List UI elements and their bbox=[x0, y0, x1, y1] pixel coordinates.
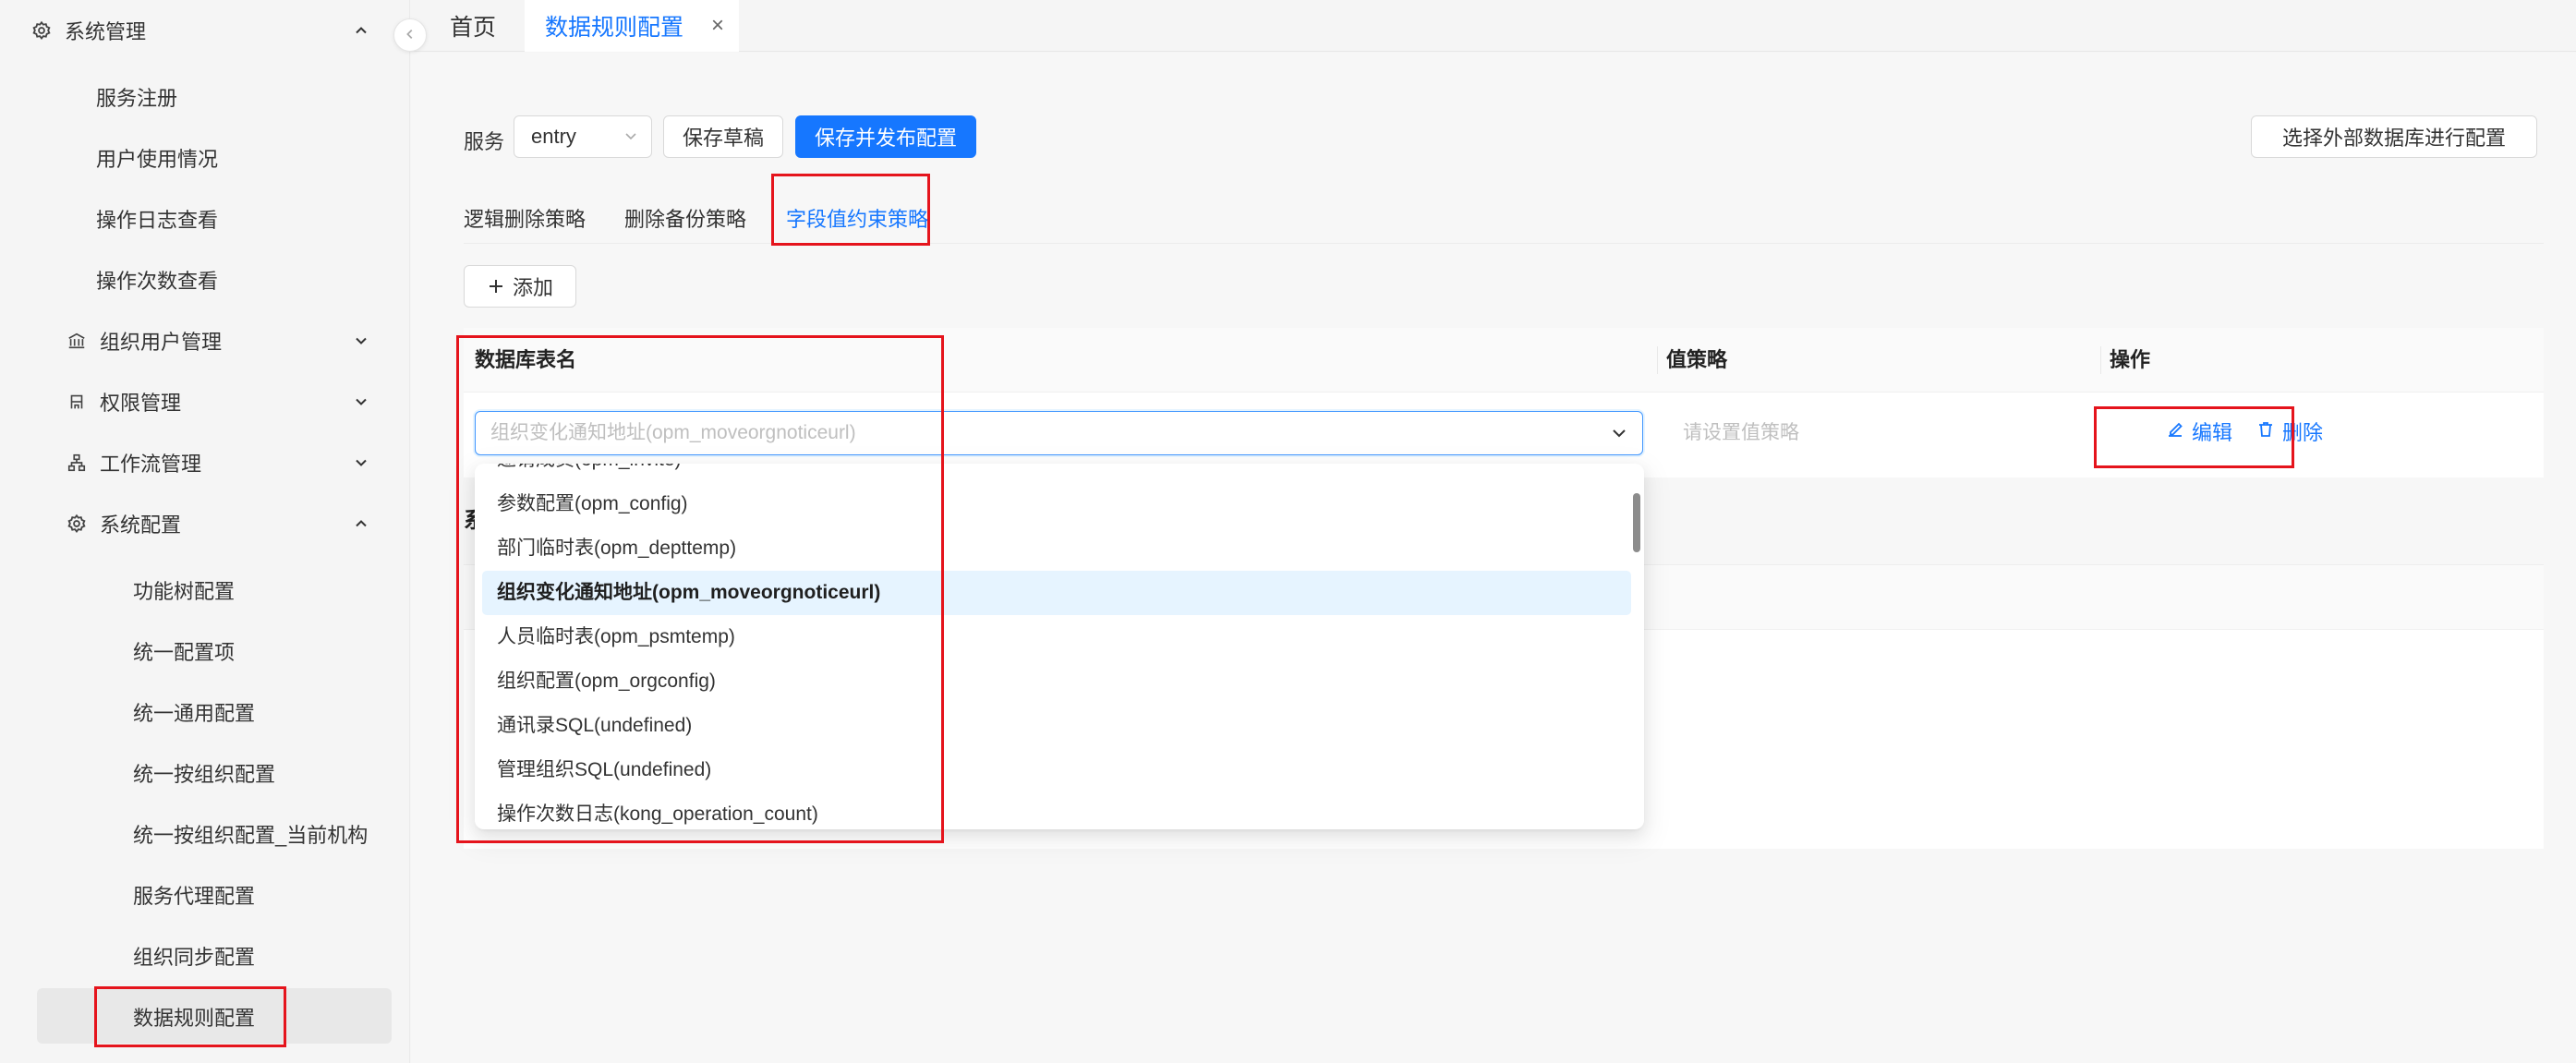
sidebar-item-label: 操作次数查看 bbox=[96, 270, 219, 293]
dropdown-option-selected[interactable]: 组织变化通知地址(opm_moveorgnoticeurl) bbox=[482, 571, 1631, 615]
column-divider bbox=[2100, 346, 2101, 374]
chevron-down-icon bbox=[351, 331, 371, 351]
sidebar: 系统管理 服务注册 用户使用情况 操作日志查看 操作次数查看 组织用户管理 权限… bbox=[0, 0, 410, 1063]
sidebar-item-service-registry[interactable]: 服务注册 bbox=[96, 66, 373, 127]
trash-icon bbox=[2256, 411, 2275, 455]
sidebar-item-label: 组织同步配置 bbox=[133, 946, 256, 969]
add-button[interactable]: 添加 bbox=[464, 265, 576, 308]
sidebar-item-label: 操作日志查看 bbox=[96, 209, 219, 232]
sidebar-group-permission[interactable]: 权限管理 bbox=[65, 371, 371, 432]
sidebar-item-label: 统一配置项 bbox=[133, 641, 236, 664]
tab-delete-backup[interactable]: 删除备份策略 bbox=[624, 199, 746, 241]
dropdown-option[interactable]: 组织配置(opm_orgconfig) bbox=[482, 659, 1631, 704]
tab-home-label: 首页 bbox=[450, 15, 497, 41]
sidebar-item-label: 服务代理配置 bbox=[133, 885, 256, 908]
sidebar-group-label: 工作流管理 bbox=[100, 453, 202, 476]
sidebar-group-org-user[interactable]: 组织用户管理 bbox=[65, 310, 371, 371]
sidebar-item-org-config-current[interactable]: 统一按组织配置_当前机构 bbox=[133, 803, 382, 864]
chevron-down-icon bbox=[351, 392, 371, 412]
user-flag-icon bbox=[65, 390, 89, 414]
column-header-table-name: 数据库表名 bbox=[475, 348, 577, 371]
sidebar-item-proxy-config[interactable]: 服务代理配置 bbox=[133, 864, 382, 925]
close-icon[interactable]: × bbox=[711, 13, 724, 39]
rules-table: 数据库表名 值策略 操作 组织变化通知地址(opm_moveorgnoticeu… bbox=[464, 328, 2544, 477]
column-header-strategy: 值策略 bbox=[1666, 348, 1728, 371]
dropdown-scrollbar-thumb[interactable] bbox=[1633, 493, 1640, 552]
sidebar-item-data-rules[interactable]: 数据规则配置 bbox=[133, 986, 382, 1047]
save-publish-button[interactable]: 保存并发布配置 bbox=[795, 115, 976, 158]
chevron-down-icon bbox=[1611, 412, 1627, 470]
sidebar-item-general-config[interactable]: 统一通用配置 bbox=[133, 682, 382, 743]
gear-icon bbox=[65, 512, 89, 536]
chevron-up-icon bbox=[351, 20, 371, 41]
sidebar-item-function-tree[interactable]: 功能树配置 bbox=[133, 560, 382, 621]
sidebar-collapse-button[interactable] bbox=[393, 18, 427, 52]
column-divider bbox=[1657, 346, 1658, 374]
dropdown-options: 邀请成员(opm_invite) 参数配置(opm_config) 部门临时表(… bbox=[482, 464, 1631, 829]
tab-active-label: 数据规则配置 bbox=[545, 15, 684, 41]
dropdown-option[interactable]: 人员临时表(opm_psmtemp) bbox=[482, 615, 1631, 659]
bank-icon bbox=[65, 329, 89, 353]
save-draft-button[interactable]: 保存草稿 bbox=[663, 115, 783, 158]
tab-logical-delete[interactable]: 逻辑删除策略 bbox=[464, 199, 586, 241]
external-db-button[interactable]: 选择外部数据库进行配置 bbox=[2251, 115, 2537, 158]
tab-data-rules[interactable]: 数据规则配置 × bbox=[525, 0, 740, 52]
column-header-action: 操作 bbox=[2110, 348, 2151, 371]
sidebar-group-label: 组织用户管理 bbox=[100, 331, 223, 354]
dropdown-option[interactable]: 通讯录SQL(undefined) bbox=[482, 704, 1631, 748]
workflow-icon bbox=[65, 451, 89, 475]
dropdown-option[interactable]: 操作次数日志(kong_operation_count) bbox=[482, 792, 1631, 829]
delete-button[interactable]: 删除 bbox=[2256, 411, 2323, 455]
service-select-value: entry bbox=[531, 125, 576, 148]
sidebar-item-label: 统一按组织配置_当前机构 bbox=[133, 824, 369, 847]
table-name-select[interactable]: 组织变化通知地址(opm_moveorgnoticeurl) bbox=[475, 411, 1643, 455]
subtabs-divider bbox=[464, 243, 2544, 244]
delete-label: 删除 bbox=[2282, 421, 2324, 444]
sidebar-group-system-management[interactable]: 系统管理 bbox=[30, 0, 371, 61]
sidebar-item-label: 功能树配置 bbox=[133, 580, 236, 603]
edit-icon bbox=[2166, 411, 2184, 455]
edit-label: 编辑 bbox=[2192, 421, 2233, 444]
sidebar-group-workflow[interactable]: 工作流管理 bbox=[65, 432, 371, 493]
sidebar-item-operation-log[interactable]: 操作日志查看 bbox=[96, 188, 373, 249]
gear-icon bbox=[30, 18, 54, 42]
chevron-up-icon bbox=[351, 513, 371, 534]
dropdown-option[interactable]: 部门临时表(opm_depttemp) bbox=[482, 526, 1631, 571]
dropdown-option[interactable]: 参数配置(opm_config) bbox=[482, 482, 1631, 526]
sidebar-item-org-config[interactable]: 统一按组织配置 bbox=[133, 743, 382, 803]
plus-icon bbox=[487, 277, 505, 296]
sidebar-top-label: 系统管理 bbox=[65, 20, 147, 43]
sidebar-item-operation-count[interactable]: 操作次数查看 bbox=[96, 249, 373, 310]
service-label: 服务 bbox=[464, 130, 505, 153]
service-select[interactable]: entry bbox=[514, 115, 652, 158]
sidebar-item-label: 数据规则配置 bbox=[133, 1007, 256, 1030]
sidebar-item-org-sync[interactable]: 组织同步配置 bbox=[133, 925, 382, 986]
sidebar-group-label: 权限管理 bbox=[100, 392, 182, 415]
edit-button[interactable]: 编辑 bbox=[2166, 411, 2232, 455]
sidebar-item-label: 服务注册 bbox=[96, 87, 178, 110]
chevron-down-icon bbox=[623, 116, 638, 172]
tab-field-constraint[interactable]: 字段值约束策略 bbox=[786, 199, 928, 241]
add-button-label: 添加 bbox=[512, 276, 553, 299]
sidebar-item-label: 统一按组织配置 bbox=[133, 763, 276, 786]
sidebar-item-user-usage[interactable]: 用户使用情况 bbox=[96, 127, 373, 188]
table-name-dropdown: 邀请成员(opm_invite) 参数配置(opm_config) 部门临时表(… bbox=[475, 464, 1644, 829]
table-name-select-value: 组织变化通知地址(opm_moveorgnoticeurl) bbox=[490, 422, 856, 443]
strategy-placeholder[interactable]: 请设置值策略 bbox=[1683, 411, 1799, 455]
dropdown-option[interactable]: 管理组织SQL(undefined) bbox=[482, 748, 1631, 792]
sidebar-group-system-config[interactable]: 系统配置 bbox=[65, 493, 371, 554]
sidebar-item-label: 用户使用情况 bbox=[96, 148, 219, 171]
chevron-left-icon bbox=[404, 26, 417, 45]
sidebar-item-label: 统一通用配置 bbox=[133, 702, 256, 725]
sidebar-item-unified-config[interactable]: 统一配置项 bbox=[133, 621, 382, 682]
tab-bar: 首页 数据规则配置 × bbox=[411, 0, 2576, 52]
dropdown-option[interactable]: 邀请成员(opm_invite) bbox=[482, 464, 1631, 482]
chevron-down-icon bbox=[351, 453, 371, 473]
tab-home[interactable]: 首页 bbox=[429, 0, 516, 52]
table-header: 数据库表名 值策略 操作 bbox=[464, 328, 2544, 393]
sidebar-group-label: 系统配置 bbox=[100, 513, 182, 537]
